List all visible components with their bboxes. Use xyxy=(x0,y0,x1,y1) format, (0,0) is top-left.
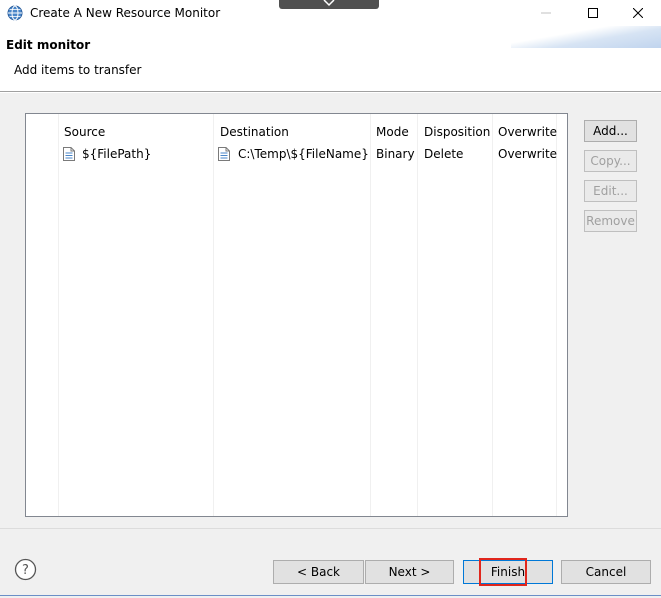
column-divider xyxy=(213,114,214,516)
cell-source: ${FilePath} xyxy=(82,147,152,161)
window-title: Create A New Resource Monitor xyxy=(30,6,221,20)
edit-button[interactable]: Edit... xyxy=(584,180,637,202)
next-button[interactable]: Next > xyxy=(365,560,454,584)
cell-overwrite: Overwrite xyxy=(498,147,558,161)
copy-button[interactable]: Copy... xyxy=(584,150,637,172)
cancel-button[interactable]: Cancel xyxy=(561,560,651,584)
wizard-footer: ? < Back Next > Finish Cancel xyxy=(0,528,661,598)
cell-destination: C:\Temp\${FileName} xyxy=(238,147,369,161)
column-header-destination[interactable]: Destination xyxy=(220,125,289,139)
column-divider xyxy=(417,114,418,516)
chevron-down-icon xyxy=(323,0,335,7)
dropdown-tab[interactable] xyxy=(279,0,379,9)
column-header-overwrite[interactable]: Overwrite xyxy=(498,125,557,139)
column-divider xyxy=(370,114,371,516)
header-gradient xyxy=(511,26,661,48)
file-icon xyxy=(63,147,75,161)
column-header-source[interactable]: Source xyxy=(64,125,105,139)
cell-disposition: Delete xyxy=(424,147,464,161)
remove-button[interactable]: Remove xyxy=(584,210,637,232)
add-button[interactable]: Add... xyxy=(584,120,637,142)
svg-text:?: ? xyxy=(22,563,29,578)
page-subtitle: Add items to transfer xyxy=(14,63,142,77)
column-header-disposition[interactable]: Disposition xyxy=(424,125,490,139)
transfer-items-table[interactable]: Source Destination Mode Disposition Over… xyxy=(25,113,568,517)
column-divider xyxy=(556,114,557,516)
minimize-button[interactable] xyxy=(523,0,569,26)
help-icon[interactable]: ? xyxy=(14,558,37,581)
column-divider xyxy=(492,114,493,516)
cell-mode: Binary xyxy=(376,147,415,161)
column-divider xyxy=(58,114,59,516)
maximize-button[interactable] xyxy=(570,0,616,26)
close-button[interactable] xyxy=(615,0,661,26)
back-button[interactable]: < Back xyxy=(273,560,364,584)
column-header-mode[interactable]: Mode xyxy=(376,125,409,139)
wizard-header: Edit monitor Add items to transfer xyxy=(0,26,661,92)
maximize-icon xyxy=(588,8,598,18)
minimize-icon xyxy=(541,12,551,14)
globe-icon xyxy=(7,5,23,21)
close-icon xyxy=(633,8,643,18)
title-bar: Create A New Resource Monitor xyxy=(0,0,661,26)
file-icon xyxy=(218,147,230,161)
wizard-content: Source Destination Mode Disposition Over… xyxy=(0,93,661,528)
finish-button[interactable]: Finish xyxy=(463,560,553,584)
page-title: Edit monitor xyxy=(6,38,91,52)
